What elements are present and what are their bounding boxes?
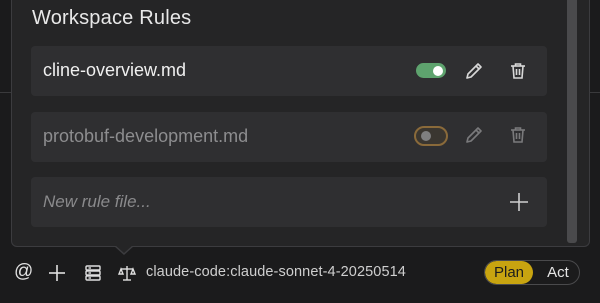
scale-icon[interactable] (117, 263, 137, 283)
server-icon[interactable] (83, 263, 103, 283)
panel-title: Workspace Rules (32, 7, 192, 29)
new-rule-input[interactable]: New rule file... (43, 192, 151, 212)
mention-button[interactable]: @ (14, 261, 33, 283)
toggle-knob (421, 131, 431, 141)
scrollbar[interactable] (567, 0, 577, 243)
rule-row-cline-overview: cline-overview.md (31, 46, 547, 96)
rule-toggle[interactable] (414, 126, 448, 146)
plan-mode-button[interactable]: Plan (485, 261, 533, 284)
rule-name: cline-overview.md (43, 60, 187, 80)
rule-name: protobuf-development.md (43, 126, 249, 146)
new-rule-row[interactable]: New rule file... (31, 177, 547, 227)
edit-icon[interactable] (463, 60, 485, 82)
rule-row-protobuf-development: protobuf-development.md (31, 112, 547, 162)
trash-icon[interactable] (507, 60, 529, 82)
act-mode-button[interactable]: Act (537, 261, 579, 284)
workspace-rules-popover: Workspace Rules cline-overview.md protob… (11, 0, 590, 247)
toggle-knob (433, 65, 443, 76)
popover-caret-fill (115, 245, 133, 253)
rule-toggle[interactable] (416, 63, 446, 78)
edit-icon[interactable] (463, 124, 485, 146)
plan-act-switch[interactable]: Plan Act (484, 260, 580, 285)
model-selector[interactable]: claude-code:claude-sonnet-4-20250514 (146, 264, 406, 280)
plus-icon[interactable] (47, 263, 67, 283)
trash-icon[interactable] (507, 124, 529, 146)
plus-icon[interactable] (507, 190, 531, 214)
